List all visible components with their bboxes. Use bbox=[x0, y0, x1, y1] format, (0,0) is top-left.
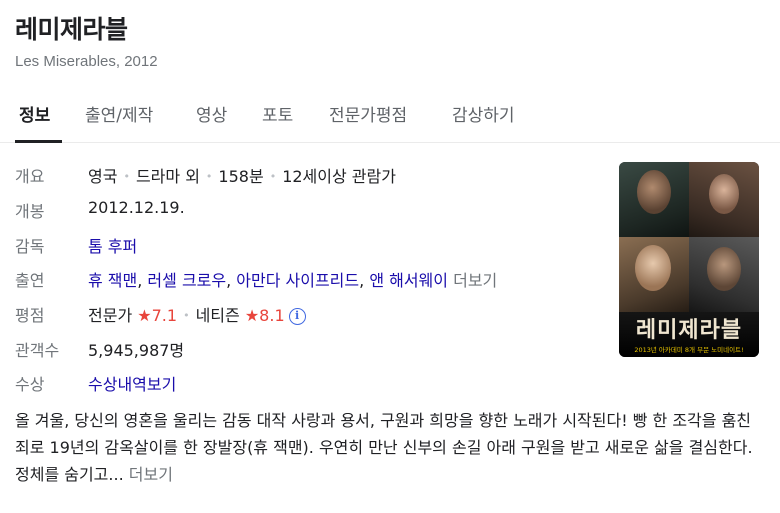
director-link[interactable]: 톰 후퍼 bbox=[88, 233, 137, 257]
poster-image-tile bbox=[689, 237, 759, 312]
movie-title: 레미제라블 bbox=[15, 15, 128, 44]
poster-image-tile bbox=[619, 162, 689, 237]
netizen-score-label: 네티즌 bbox=[195, 306, 240, 325]
audience-label: 관객수 bbox=[15, 341, 60, 360]
movie-subtitle: Les Miserables, 2012 bbox=[15, 53, 158, 70]
tab-bar: 정보 출연/제작 영상 포토 전문가평점 감상하기 bbox=[0, 96, 780, 143]
awards-link[interactable]: 수상내역보기 bbox=[88, 371, 176, 395]
critic-score-value: 7.1 bbox=[151, 306, 178, 325]
synopsis: 올 겨울, 당신의 영혼을 울리는 감동 대작 사랑과 용서, 구원과 희망을 … bbox=[15, 407, 765, 488]
poster-face bbox=[709, 174, 739, 214]
star-icon: ★ bbox=[244, 306, 260, 325]
cast-more-link[interactable]: 더보기 bbox=[453, 271, 497, 290]
director-label: 감독 bbox=[15, 237, 45, 256]
tab-watch[interactable]: 감상하기 bbox=[452, 101, 515, 126]
cast-link-hugh-jackman[interactable]: 휴 잭맨 bbox=[88, 271, 137, 290]
runtime: 158분 bbox=[218, 167, 264, 186]
movie-poster[interactable]: 레미제라블 2013년 아카데미 8개 부문 노미네이트! bbox=[619, 162, 759, 357]
age-rating: 12세이상 관람가 bbox=[282, 167, 396, 186]
tab-cast-crew[interactable]: 출연/제작 bbox=[85, 101, 153, 126]
netizen-score-value: 8.1 bbox=[259, 306, 285, 325]
poster-award-text: 2013년 아카데미 8개 부문 노미네이트! bbox=[634, 346, 744, 354]
tab-photo[interactable]: 포토 bbox=[262, 101, 293, 126]
poster-face bbox=[707, 247, 741, 291]
separator-dot: • bbox=[183, 309, 190, 322]
cast-link-amanda-seyfried[interactable]: 아만다 사이프리드 bbox=[236, 271, 359, 290]
score-label: 평점 bbox=[15, 306, 45, 325]
separator-dot: • bbox=[269, 170, 277, 183]
audience-count: 5,945,987명 bbox=[88, 341, 185, 360]
poster-title: 레미제라블 bbox=[635, 318, 743, 343]
star-icon: ★ bbox=[137, 306, 152, 325]
poster-image-tile bbox=[689, 162, 759, 237]
cast-label: 출연 bbox=[15, 271, 45, 290]
cast-link-anne-hathaway[interactable]: 앤 해서웨이 bbox=[369, 271, 448, 290]
cast-link-russell-crowe[interactable]: 러셀 크로우 bbox=[147, 271, 226, 290]
poster-face bbox=[637, 170, 671, 214]
tab-info[interactable]: 정보 bbox=[19, 101, 50, 126]
tab-active-underline bbox=[15, 140, 62, 143]
critic-score-label: 전문가 bbox=[88, 306, 133, 325]
country: 영국 bbox=[88, 167, 118, 186]
genre: 드라마 외 bbox=[135, 167, 200, 186]
poster-image-tile bbox=[619, 237, 689, 312]
overview-label: 개요 bbox=[15, 167, 45, 186]
poster-face bbox=[635, 245, 671, 291]
info-icon[interactable]: i bbox=[288, 308, 306, 325]
awards-label: 수상 bbox=[15, 375, 45, 394]
separator-dot: • bbox=[123, 170, 130, 183]
synopsis-text: 올 겨울, 당신의 영혼을 울리는 감동 대작 사랑과 용서, 구원과 희망을 … bbox=[15, 411, 753, 484]
synopsis-more-link[interactable]: 더보기 bbox=[129, 465, 173, 484]
release-label: 개봉 bbox=[15, 202, 45, 221]
separator-dot: • bbox=[205, 170, 213, 183]
release-date: 2012.12.19. bbox=[88, 198, 185, 217]
tab-critic-score[interactable]: 전문가평점 bbox=[329, 101, 407, 126]
tab-video[interactable]: 영상 bbox=[196, 101, 227, 126]
